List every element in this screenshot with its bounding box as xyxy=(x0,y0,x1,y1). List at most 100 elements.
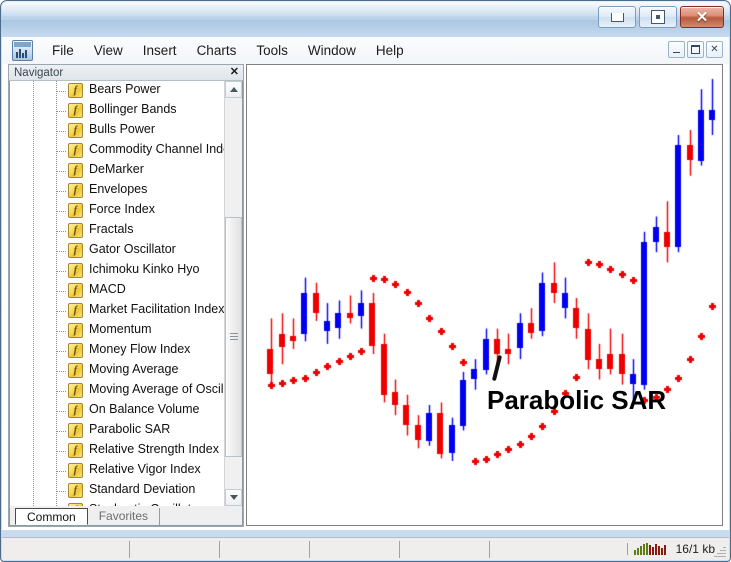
navigator-item-label: Bulls Power xyxy=(89,122,155,136)
tree-connector xyxy=(57,291,67,292)
tree-connector xyxy=(57,451,67,452)
navigator-close-icon[interactable]: ✕ xyxy=(230,66,239,78)
navigator-item-label: DeMarker xyxy=(89,162,144,176)
tree-connector xyxy=(57,111,67,112)
tree-connector xyxy=(57,171,67,172)
menu-window[interactable]: Window xyxy=(299,40,365,61)
navigator-list-item[interactable]: f Relative Vigor Index xyxy=(10,461,225,481)
status-segment xyxy=(310,540,400,558)
tree-connector xyxy=(57,331,67,332)
menu-help[interactable]: Help xyxy=(367,40,413,61)
navigator-list-item[interactable]: f Envelopes xyxy=(10,181,225,201)
navigator-scrollbar[interactable] xyxy=(224,81,242,506)
navigator-list-item[interactable]: f Money Flow Index xyxy=(10,341,225,361)
mdi-close-button[interactable]: ✕ xyxy=(706,41,723,58)
navigator-list-item[interactable]: f Bollinger Bands xyxy=(10,101,225,121)
navigator-tabs: Common Favorites xyxy=(9,506,243,526)
menu-bar: File View Insert Charts Tools Window Hel… xyxy=(2,37,729,65)
navigator-item-label: Money Flow Index xyxy=(89,342,191,356)
navigator-list-item[interactable]: f Parabolic SAR xyxy=(10,421,225,441)
tab-favorites[interactable]: Favorites xyxy=(88,508,161,525)
status-segment xyxy=(130,540,220,558)
function-indicator-icon: f xyxy=(68,263,83,278)
scrollbar-thumb[interactable] xyxy=(225,216,242,458)
connection-strength-icon xyxy=(626,543,666,555)
navigator-list-item[interactable]: f Bears Power xyxy=(10,81,225,101)
navigator-list-item[interactable]: f Ichimoku Kinko Hyo xyxy=(10,261,225,281)
tree-connector xyxy=(57,471,67,472)
function-indicator-icon: f xyxy=(68,483,83,498)
status-segment xyxy=(220,540,310,558)
navigator-item-label: Market Facilitation Index xyxy=(89,302,225,316)
scroll-down-button[interactable] xyxy=(225,489,242,506)
navigator-list-item[interactable]: f Moving Average of Oscillat xyxy=(10,381,225,401)
window-minimize-button[interactable] xyxy=(598,6,636,28)
navigator-item-label: Gator Oscillator xyxy=(89,242,176,256)
status-segment xyxy=(2,540,130,558)
navigator-list-item[interactable]: f Fractals xyxy=(10,221,225,241)
function-indicator-icon: f xyxy=(68,203,83,218)
function-indicator-icon: f xyxy=(68,343,83,358)
navigator-list-item[interactable]: f Momentum xyxy=(10,321,225,341)
scroll-up-button[interactable] xyxy=(225,81,242,98)
tree-connector xyxy=(57,411,67,412)
window-controls: ✕ xyxy=(598,6,724,28)
navigator-item-label: On Balance Volume xyxy=(89,402,200,416)
navigator-item-label: Standard Deviation xyxy=(89,482,196,496)
navigator-list-item[interactable]: f MACD xyxy=(10,281,225,301)
scrollbar-grip-icon xyxy=(229,331,238,342)
menu-insert[interactable]: Insert xyxy=(134,40,186,61)
window-maximize-button[interactable] xyxy=(639,6,677,28)
menu-charts[interactable]: Charts xyxy=(188,40,246,61)
status-bar: 16/1 kb xyxy=(2,537,729,560)
function-indicator-icon: f xyxy=(68,363,83,378)
navigator-list-item[interactable]: f Force Index xyxy=(10,201,225,221)
menu-file[interactable]: File xyxy=(43,40,83,61)
navigator-list-item[interactable]: f Relative Strength Index xyxy=(10,441,225,461)
tab-common[interactable]: Common xyxy=(15,508,88,525)
scroll-up-arrow-icon xyxy=(229,87,238,92)
tree-connector xyxy=(57,91,67,92)
function-indicator-icon: f xyxy=(68,303,83,318)
window-close-button[interactable]: ✕ xyxy=(680,6,724,28)
navigator-item-label: Moving Average of Oscillat xyxy=(89,382,225,396)
chart-window[interactable]: Parabolic SAR xyxy=(246,64,723,526)
navigator-item-label: Fractals xyxy=(89,222,134,236)
function-indicator-icon: f xyxy=(68,83,83,98)
navigator-list-item[interactable]: f On Balance Volume xyxy=(10,401,225,421)
mdi-window-controls: ✕ xyxy=(668,41,723,58)
navigator-item-label: Relative Vigor Index xyxy=(89,462,201,476)
navigator-list-item[interactable]: f Moving Average xyxy=(10,361,225,381)
function-indicator-icon: f xyxy=(68,403,83,418)
mdi-restore-button[interactable] xyxy=(687,41,704,58)
function-indicator-icon: f xyxy=(68,223,83,238)
tree-connector xyxy=(57,191,67,192)
application-window: ✕ File View Insert Charts Tools Window H… xyxy=(0,0,731,562)
navigator-list-item[interactable]: f Standard Deviation xyxy=(10,481,225,501)
navigator-item-label: Commodity Channel Index xyxy=(89,142,225,156)
function-indicator-icon: f xyxy=(68,323,83,338)
navigator-titlebar: Navigator ✕ xyxy=(9,65,243,81)
minimize-icon xyxy=(610,12,624,22)
resize-grip-icon[interactable] xyxy=(712,544,726,558)
navigator-list-item[interactable]: f Bulls Power xyxy=(10,121,225,141)
function-indicator-icon: f xyxy=(68,103,83,118)
navigator-item-label: Envelopes xyxy=(89,182,148,196)
navigator-body: f Bears Power f Bollinger Bands f Bulls Power… xyxy=(9,81,243,506)
mdi-minimize-button[interactable] xyxy=(668,41,685,58)
navigator-tree[interactable]: f Bears Power f Bollinger Bands f Bulls Power… xyxy=(10,81,225,506)
navigator-list-item[interactable]: f DeMarker xyxy=(10,161,225,181)
navigator-item-label: Force Index xyxy=(89,202,156,216)
menu-view[interactable]: View xyxy=(85,40,132,61)
tree-connector xyxy=(57,311,67,312)
menu-tools[interactable]: Tools xyxy=(247,40,297,61)
navigator-list-item[interactable]: f Commodity Channel Index xyxy=(10,141,225,161)
close-icon: ✕ xyxy=(695,8,709,26)
status-traffic-label: 16/1 kb xyxy=(675,542,715,556)
navigator-list-item[interactable]: f Market Facilitation Index xyxy=(10,301,225,321)
navigator-list-item[interactable]: f Gator Oscillator xyxy=(10,241,225,261)
chart-annotation-label: Parabolic SAR xyxy=(487,385,667,415)
navigator-item-label: Bollinger Bands xyxy=(89,102,177,116)
tree-connector xyxy=(57,351,67,352)
tree-connector xyxy=(57,231,67,232)
